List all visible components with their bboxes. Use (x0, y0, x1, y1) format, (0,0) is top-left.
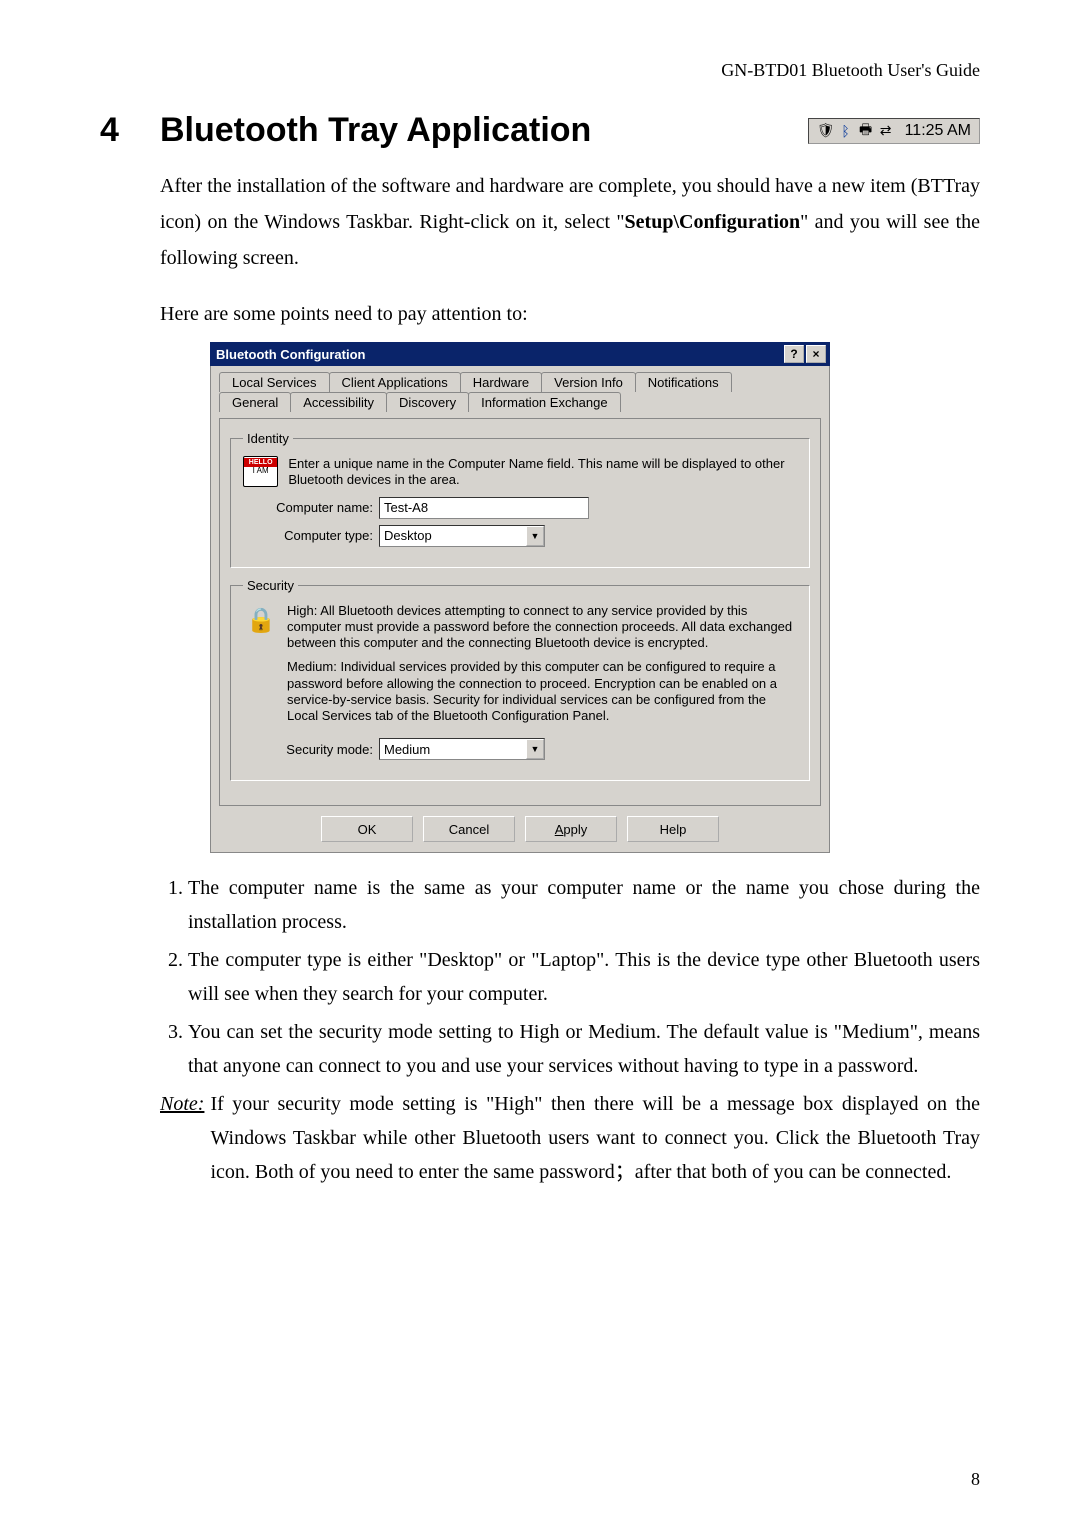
intro-paragraph-1: After the installation of the software a… (160, 168, 980, 276)
tab-local-services[interactable]: Local Services (219, 372, 330, 392)
intro-p1-bold: Setup\Configuration (625, 211, 801, 233)
point-3: You can set the security mode setting to… (188, 1015, 980, 1083)
identity-group: Identity HELLO I AM Enter a unique name … (230, 431, 810, 568)
dialog-close-button[interactable]: × (806, 345, 826, 363)
note-block: Note: If your security mode setting is "… (160, 1087, 980, 1189)
chapter-number: 4 (100, 111, 140, 150)
tab-general[interactable]: General (219, 392, 291, 412)
security-group: Security 🔒 High: All Bluetooth devices a… (230, 578, 810, 782)
chevron-down-icon: ▼ (526, 739, 544, 759)
tab-accessibility[interactable]: Accessibility (290, 392, 387, 412)
lock-icon: 🔒 (243, 603, 279, 639)
hello-badge-icon: HELLO I AM (243, 456, 278, 487)
bluetooth-icon: ᛒ (837, 122, 855, 140)
dialog-title: Bluetooth Configuration (216, 347, 365, 362)
tab-version-info[interactable]: Version Info (541, 372, 636, 392)
computer-name-input[interactable] (379, 497, 589, 519)
network-icon: ⇄ (877, 122, 895, 140)
system-tray: 🛡 ᛒ 🖶 ⇄ 11:25 AM (808, 118, 980, 144)
tab-panel-general: Identity HELLO I AM Enter a unique name … (219, 418, 821, 806)
tab-notifications[interactable]: Notifications (635, 372, 732, 392)
tab-hardware[interactable]: Hardware (460, 372, 542, 392)
intro-paragraph-2: Here are some points need to pay attenti… (160, 296, 980, 332)
dialog-body: Local Services Client Applications Hardw… (210, 366, 830, 853)
chevron-down-icon: ▼ (526, 526, 544, 546)
security-mode-label: Security mode: (243, 742, 373, 757)
page-header: GN-BTD01 Bluetooth User's Guide (100, 60, 980, 81)
printer-icon: 🖶 (857, 122, 875, 140)
tray-time: 11:25 AM (905, 122, 971, 140)
points-list: The computer name is the same as your co… (160, 871, 980, 1083)
note-body: If your security mode setting is "High" … (210, 1087, 980, 1189)
chapter-title: Bluetooth Tray Application (160, 111, 591, 150)
apply-button[interactable]: Apply (525, 816, 617, 842)
title-row: 4 Bluetooth Tray Application 🛡 ᛒ 🖶 ⇄ 11:… (100, 111, 980, 150)
tab-client-applications[interactable]: Client Applications (329, 372, 461, 392)
note-label: Note: (160, 1087, 204, 1189)
computer-name-label: Computer name: (243, 500, 373, 515)
security-mode-select[interactable]: Medium ▼ (379, 738, 545, 760)
security-mode-value: Medium (384, 742, 430, 757)
ok-button[interactable]: OK (321, 816, 413, 842)
page-number: 8 (971, 1469, 980, 1490)
computer-type-select[interactable]: Desktop ▼ (379, 525, 545, 547)
security-high-desc: High: All Bluetooth devices attempting t… (287, 603, 797, 652)
identity-desc: Enter a unique name in the Computer Name… (288, 456, 797, 489)
shield-icon: 🛡 (817, 122, 835, 140)
dialog-titlebar: Bluetooth Configuration ? × (210, 342, 830, 366)
tab-discovery[interactable]: Discovery (386, 392, 469, 412)
hello-badge-bottom: I AM (244, 467, 277, 475)
point-2: The computer type is either "Desktop" or… (188, 943, 980, 1011)
identity-legend: Identity (243, 431, 293, 446)
computer-type-label: Computer type: (243, 528, 373, 543)
cancel-button[interactable]: Cancel (423, 816, 515, 842)
bluetooth-config-dialog: Bluetooth Configuration ? × Local Servic… (210, 342, 830, 853)
help-button[interactable]: Help (627, 816, 719, 842)
dialog-button-row: OK Cancel Apply Help (219, 816, 821, 842)
computer-type-value: Desktop (384, 528, 432, 543)
security-legend: Security (243, 578, 298, 593)
tab-information-exchange[interactable]: Information Exchange (468, 392, 620, 412)
dialog-help-button[interactable]: ? (784, 345, 804, 363)
security-medium-desc: Medium: Individual services provided by … (287, 659, 797, 724)
tab-strip: Local Services Client Applications Hardw… (219, 372, 821, 412)
point-1: The computer name is the same as your co… (188, 871, 980, 939)
